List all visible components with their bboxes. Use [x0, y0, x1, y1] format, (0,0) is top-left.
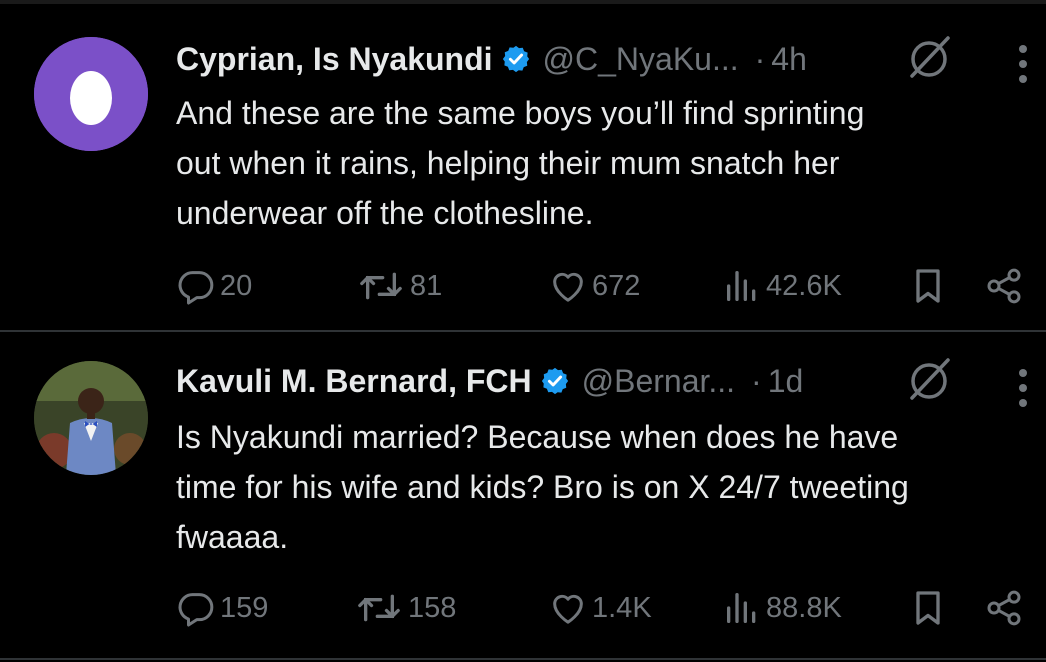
repost-count: 158: [408, 591, 457, 624]
reply-count: 159: [220, 591, 269, 624]
tweet[interactable]: Kavuli M. Bernard, FCH @Bernar... · 1d I…: [0, 332, 1046, 660]
profile-photo-icon: [34, 361, 148, 475]
timestamp[interactable]: 4h: [771, 41, 807, 78]
repost-button[interactable]: 81: [356, 266, 442, 306]
bookmark-button[interactable]: [908, 588, 948, 628]
repost-count: 81: [410, 269, 443, 302]
bookmark-icon: [916, 269, 940, 303]
share-button[interactable]: [984, 588, 1024, 628]
reply-button[interactable]: 159: [176, 588, 268, 628]
default-egg-avatar-icon: [34, 37, 148, 151]
views-chart-icon: [727, 271, 756, 301]
like-button[interactable]: 672: [548, 266, 640, 306]
reply-button[interactable]: 20: [176, 266, 252, 306]
timestamp[interactable]: 1d: [768, 363, 804, 400]
tweet[interactable]: Cyprian, Is Nyakundi @C_NyaKu... · 4h An…: [0, 4, 1046, 332]
avatar[interactable]: [34, 361, 148, 475]
like-button[interactable]: 1.4K: [548, 588, 652, 628]
grok-icon[interactable]: [904, 32, 954, 82]
views-button[interactable]: 88.8K: [722, 588, 842, 628]
repost-icon: [360, 272, 402, 300]
tweet-text: And these are the same boys you’ll find …: [176, 95, 865, 231]
like-count: 672: [592, 269, 641, 302]
tweet-text: Is Nyakundi married? Because when does h…: [176, 419, 909, 555]
separator-dot: ·: [754, 40, 766, 77]
views-chart-icon: [727, 593, 756, 623]
handle[interactable]: @Bernar...: [582, 363, 735, 400]
reply-icon: [178, 271, 214, 305]
heart-icon: [553, 594, 583, 624]
reply-icon: [178, 593, 214, 627]
like-count: 1.4K: [592, 591, 652, 624]
more-options-icon[interactable]: [1016, 366, 1030, 410]
more-options-icon[interactable]: [1016, 42, 1030, 86]
repost-icon: [358, 594, 400, 622]
avatar[interactable]: [34, 37, 148, 151]
share-icon: [987, 590, 1021, 626]
views-button[interactable]: 42.6K: [722, 266, 842, 306]
heart-icon: [553, 272, 583, 302]
share-icon: [987, 268, 1021, 304]
display-name[interactable]: Cyprian, Is Nyakundi: [176, 41, 493, 78]
grok-icon[interactable]: [904, 354, 954, 404]
verified-badge-icon[interactable]: [501, 44, 531, 74]
views-count: 88.8K: [766, 591, 842, 624]
share-button[interactable]: [984, 266, 1024, 306]
repost-button[interactable]: 158: [354, 588, 456, 628]
views-count: 42.6K: [766, 269, 842, 302]
verified-badge-icon[interactable]: [540, 366, 570, 396]
reply-count: 20: [220, 269, 253, 302]
handle[interactable]: @C_NyaKu...: [543, 41, 739, 78]
bookmark-icon: [916, 591, 940, 625]
separator-dot: ·: [751, 362, 762, 399]
display-name[interactable]: Kavuli M. Bernard, FCH: [176, 363, 532, 400]
bookmark-button[interactable]: [908, 266, 948, 306]
